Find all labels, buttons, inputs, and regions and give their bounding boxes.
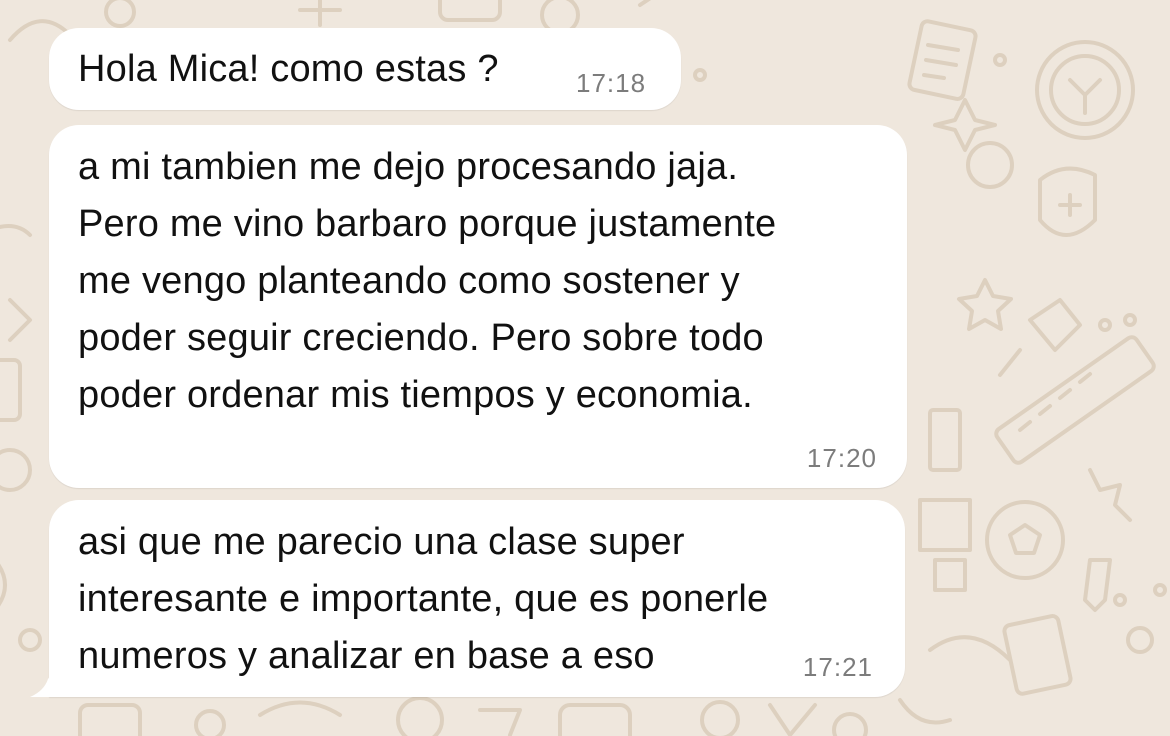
message-timestamp: 17:18 bbox=[576, 68, 647, 98]
message-bubble[interactable]: Hola Mica! como estas ? 17:18 bbox=[49, 28, 681, 110]
message-bubble[interactable]: a mi tambien me dejo procesando jaja. Pe… bbox=[49, 125, 907, 488]
message-timestamp: 17:20 bbox=[806, 443, 877, 473]
message-timestamp: 17:21 bbox=[802, 652, 873, 682]
message-bubble[interactable]: asi que me parecio una clase super inter… bbox=[30, 500, 905, 697]
message-text: Hola Mica! como estas ? bbox=[78, 48, 499, 90]
message-text: asi que me parecio una clase super inter… bbox=[78, 521, 769, 677]
message-text: a mi tambien me dejo procesando jaja. Pe… bbox=[78, 146, 777, 416]
bubble-tail bbox=[30, 671, 54, 697]
